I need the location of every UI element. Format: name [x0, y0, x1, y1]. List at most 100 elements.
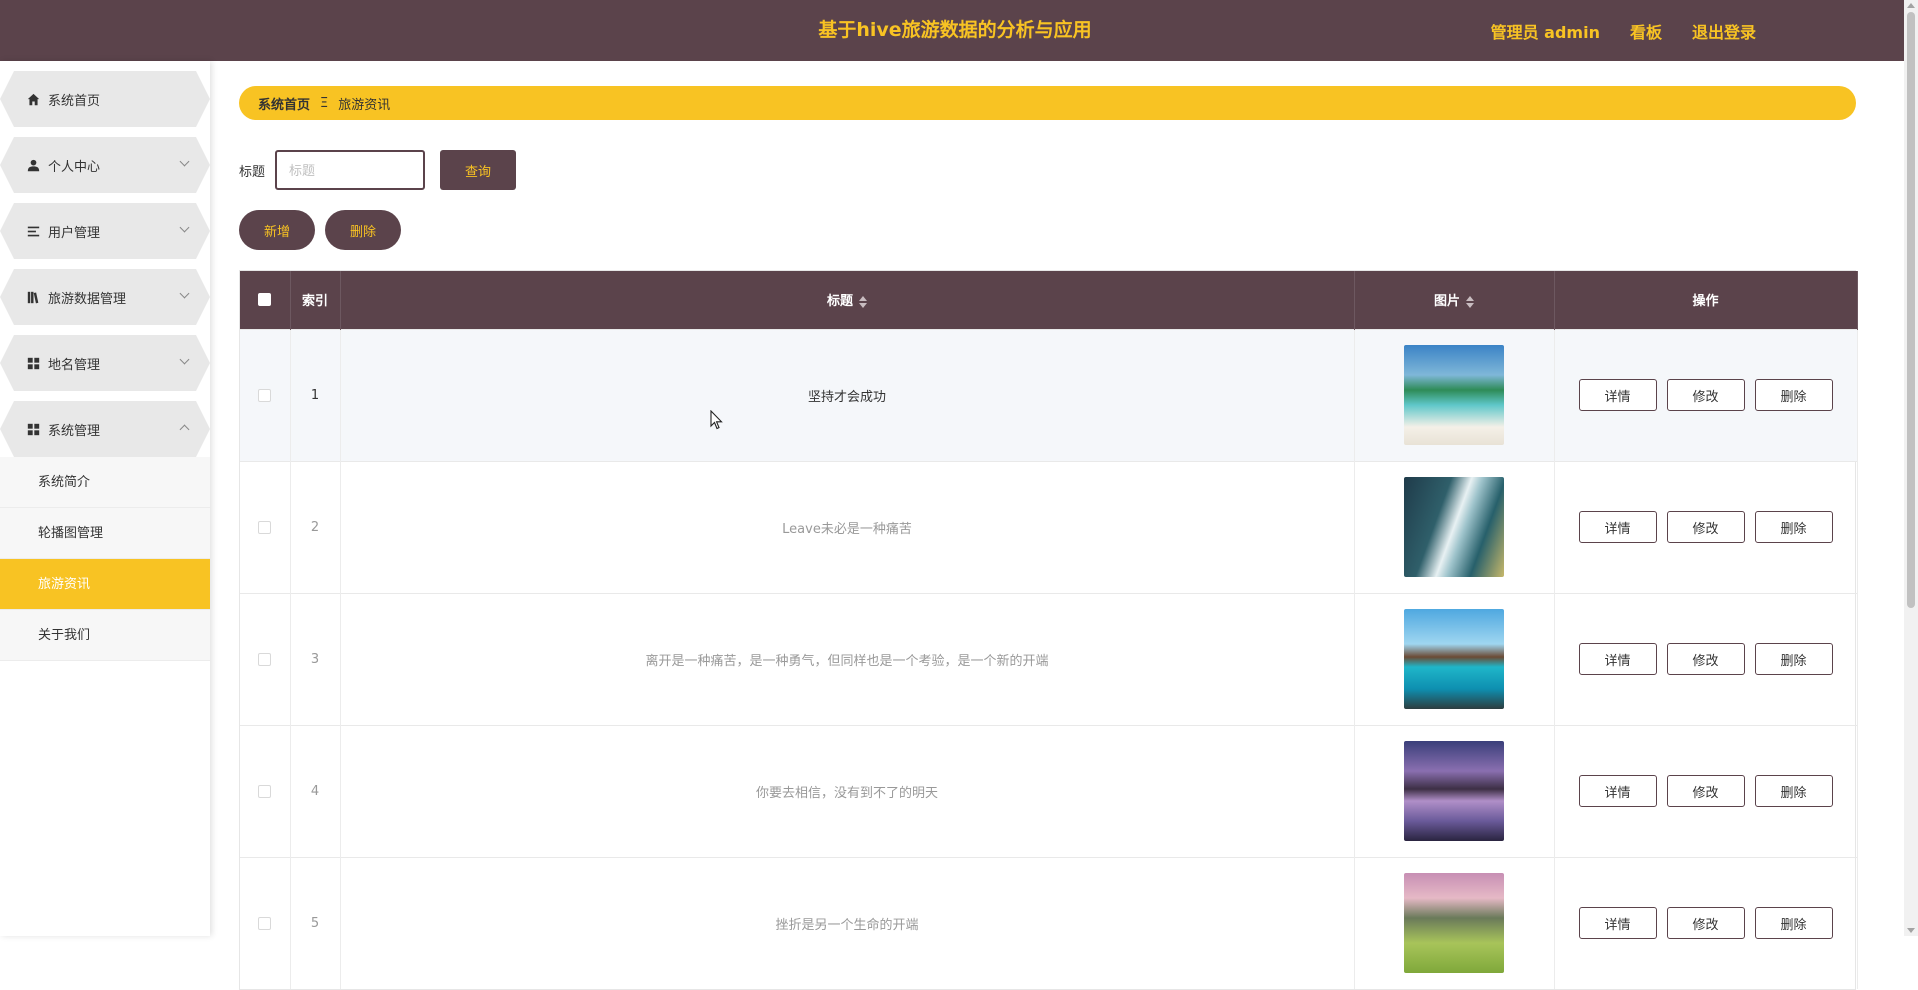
batch-delete-button[interactable]: 删除: [325, 210, 401, 250]
table-row[interactable]: 4 你要去相信，没有到不了的明天 详情 修改 删除: [240, 725, 1858, 857]
sidebar-item-system[interactable]: 系统管理: [0, 401, 210, 457]
row-actions: 详情 修改 删除: [1555, 907, 1857, 940]
row-checkbox[interactable]: [258, 652, 272, 666]
delete-button[interactable]: 删除: [1754, 907, 1833, 940]
grid-icon: [26, 356, 40, 370]
breadcrumb: 系统首页 Ξ 旅游资讯: [239, 86, 1856, 120]
news-table: 索引 标题 图片 操作 1 坚持才会成功 详情 修改 删除 2 Leave未必是…: [239, 270, 1858, 990]
row-title: 坚持才会成功: [340, 329, 1355, 461]
sidebar-item-travel-data[interactable]: 旅游数据管理: [0, 269, 210, 325]
header-image[interactable]: 图片: [1354, 271, 1555, 329]
chevron-down-icon: [180, 223, 190, 233]
select-all-checkbox[interactable]: [258, 293, 272, 307]
chevron-up-icon: [180, 425, 190, 435]
system-submenu: 系统简介 轮播图管理 旅游资讯 关于我们: [0, 457, 210, 661]
submenu-item-travel-news[interactable]: 旅游资讯: [0, 559, 210, 610]
table-row[interactable]: 5 挫折是另一个生命的开端 详情 修改 删除: [240, 857, 1858, 989]
submenu-item-intro[interactable]: 系统简介: [0, 457, 210, 508]
row-checkbox[interactable]: [258, 784, 272, 798]
delete-button[interactable]: 删除: [1754, 643, 1833, 675]
book-icon: [26, 290, 40, 304]
beach-image: [1404, 345, 1504, 445]
sidebar-item-personal[interactable]: 个人中心: [0, 137, 210, 193]
breadcrumb-current: 旅游资讯: [338, 97, 391, 113]
sidebar-item-label: 地名管理: [48, 357, 101, 373]
delete-button[interactable]: 删除: [1754, 775, 1833, 807]
user-icon: [26, 158, 40, 172]
edit-button[interactable]: 修改: [1666, 379, 1745, 411]
edit-button[interactable]: 修改: [1666, 775, 1745, 807]
scrollbar-thumb[interactable]: [1907, 12, 1915, 608]
row-actions: 详情 修改 删除: [1555, 775, 1857, 807]
waterfall-image: [1404, 477, 1504, 577]
edit-button[interactable]: 修改: [1666, 511, 1745, 543]
top-actions: 管理员 admin 看板 退出登录: [1491, 0, 1756, 61]
sidebar-item-users[interactable]: 用户管理: [0, 203, 210, 259]
delete-button[interactable]: 删除: [1754, 379, 1833, 411]
top-bar: 基于hive旅游数据的分析与应用 管理员 admin 看板 退出登录: [0, 0, 1918, 61]
sidebar-item-label: 系统首页: [48, 93, 101, 109]
submenu-item-about[interactable]: 关于我们: [0, 610, 210, 661]
header-actions: 操作: [1554, 271, 1858, 329]
row-actions: 详情 修改 删除: [1555, 643, 1857, 675]
board-link[interactable]: 看板: [1630, 19, 1662, 43]
sidebar-item-label: 个人中心: [48, 159, 101, 175]
row-index: 1: [290, 329, 341, 461]
detail-button[interactable]: 详情: [1578, 775, 1657, 807]
query-button[interactable]: 查询: [440, 150, 517, 190]
row-title: 你要去相信，没有到不了的明天: [340, 725, 1355, 857]
sidebar-item-label: 用户管理: [48, 225, 101, 241]
home-icon: [26, 92, 40, 106]
sidebar: 系统首页 个人中心 用户管理 旅游数据管理 地名管理 系统管理 系统简介 轮播图…: [0, 61, 210, 936]
table-row[interactable]: 2 Leave未必是一种痛苦 详情 修改 删除: [240, 461, 1858, 593]
row-index: 4: [290, 725, 341, 857]
detail-button[interactable]: 详情: [1578, 511, 1657, 543]
header-index: 索引: [290, 271, 341, 329]
sidebar-item-places[interactable]: 地名管理: [0, 335, 210, 391]
table-header-row: 索引 标题 图片 操作: [240, 271, 1858, 329]
logout-link[interactable]: 退出登录: [1692, 19, 1756, 43]
page-scrollbar[interactable]: [1904, 0, 1918, 936]
table-row[interactable]: 3 离开是一种痛苦，是一种勇气，但同样也是一个考验，是一个新的开端 详情 修改 …: [240, 593, 1858, 725]
search-input[interactable]: [275, 150, 426, 190]
select-all-cell: [240, 271, 291, 329]
edit-button[interactable]: 修改: [1666, 907, 1745, 940]
header-title[interactable]: 标题: [340, 271, 1355, 329]
scroll-up-icon[interactable]: [1907, 3, 1915, 8]
sort-icon[interactable]: [859, 295, 867, 308]
row-title: 挫折是另一个生命的开端: [340, 857, 1355, 989]
list-icon: [26, 224, 40, 238]
add-button[interactable]: 新增: [239, 210, 315, 250]
action-row: 新增 删除: [239, 210, 401, 250]
chevron-down-icon: [180, 289, 190, 299]
sidebar-item-label: 系统管理: [48, 423, 101, 439]
row-title: Leave未必是一种痛苦: [340, 461, 1355, 593]
row-title: 离开是一种痛苦，是一种勇气，但同样也是一个考验，是一个新的开端: [340, 593, 1355, 725]
sidebar-item-home[interactable]: 系统首页: [0, 71, 210, 127]
row-index: 3: [290, 593, 341, 725]
edit-button[interactable]: 修改: [1666, 643, 1745, 675]
header-title-label: 标题: [826, 294, 853, 310]
grid-icon: [26, 422, 40, 436]
admin-user-link[interactable]: 管理员 admin: [1491, 19, 1600, 43]
table-row[interactable]: 1 坚持才会成功 详情 修改 删除: [240, 329, 1858, 461]
row-checkbox[interactable]: [258, 388, 272, 402]
breadcrumb-home[interactable]: 系统首页: [258, 94, 310, 113]
chevron-down-icon: [180, 355, 190, 365]
detail-button[interactable]: 详情: [1578, 379, 1657, 411]
scroll-down-icon[interactable]: [1907, 928, 1915, 933]
chevron-down-icon: [180, 157, 190, 167]
detail-button[interactable]: 详情: [1578, 643, 1657, 675]
row-index: 2: [290, 461, 341, 593]
breadcrumb-separator: Ξ: [320, 95, 329, 111]
detail-button[interactable]: 详情: [1578, 907, 1657, 940]
sidebar-item-label: 旅游数据管理: [48, 291, 127, 307]
mountain-lake-image: [1404, 741, 1504, 841]
sort-icon[interactable]: [1466, 295, 1474, 308]
row-actions: 详情 修改 删除: [1555, 379, 1857, 411]
search-label: 标题: [239, 164, 266, 180]
submenu-item-carousel[interactable]: 轮播图管理: [0, 508, 210, 559]
row-checkbox[interactable]: [258, 520, 272, 534]
row-checkbox[interactable]: [258, 916, 272, 930]
delete-button[interactable]: 删除: [1754, 511, 1833, 543]
